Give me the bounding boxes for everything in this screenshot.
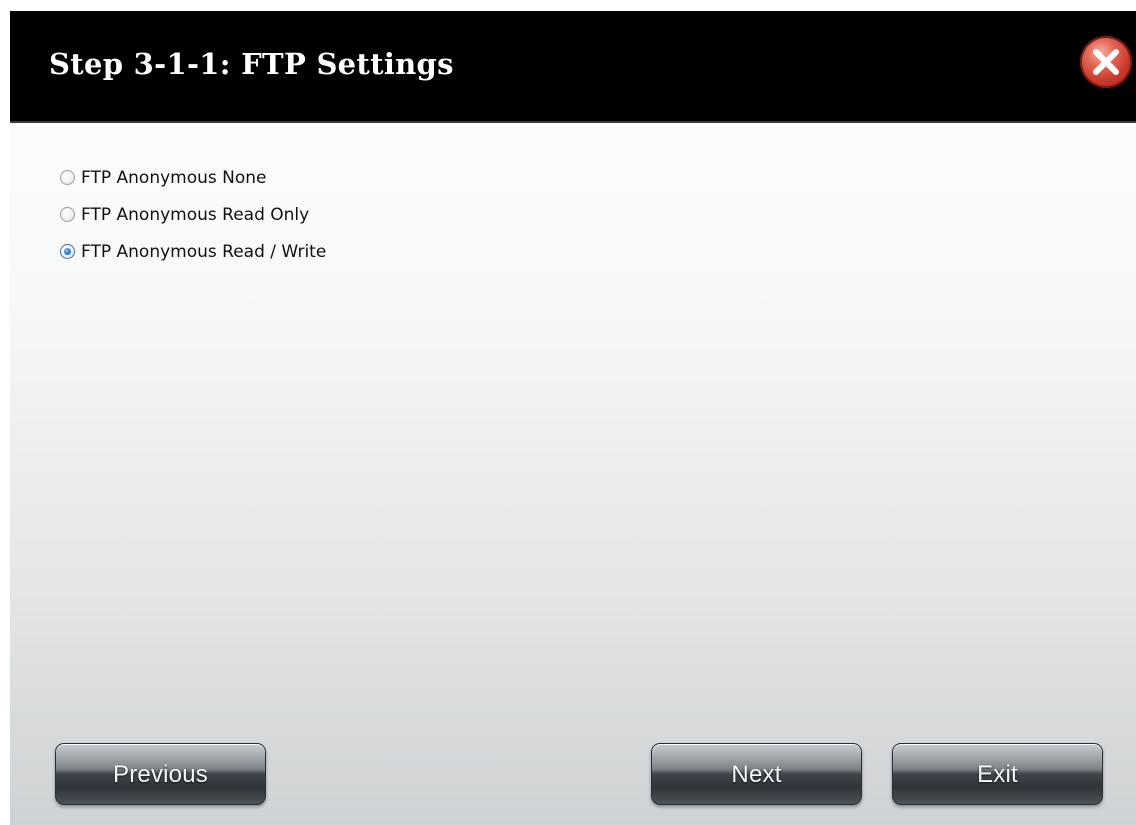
exit-button[interactable]: Exit [892,743,1103,805]
exit-button-label: Exit [977,761,1018,788]
radio-ftp-anonymous-read-write[interactable] [60,244,75,259]
ftp-settings-dialog: Step 3-1-1: FTP Settings FTP Anonymous N… [10,11,1136,825]
ftp-anonymous-options: FTP Anonymous None FTP Anonymous Read On… [60,159,326,270]
option-label: FTP Anonymous Read Only [81,204,310,225]
next-button[interactable]: Next [651,743,862,805]
close-icon [1093,49,1119,75]
option-ftp-anonymous-none[interactable]: FTP Anonymous None [60,159,326,196]
next-button-label: Next [731,761,782,788]
previous-button-label: Previous [113,761,208,788]
previous-button[interactable]: Previous [55,743,266,805]
option-label: FTP Anonymous Read / Write [81,241,327,262]
radio-ftp-anonymous-none[interactable] [60,170,75,185]
option-label: FTP Anonymous None [81,167,267,188]
radio-ftp-anonymous-read-only[interactable] [60,207,75,222]
close-button[interactable] [1080,36,1132,88]
dialog-titlebar: Step 3-1-1: FTP Settings [10,11,1136,123]
dialog-title: Step 3-1-1: FTP Settings [49,47,454,81]
option-ftp-anonymous-read-write[interactable]: FTP Anonymous Read / Write [60,233,326,270]
option-ftp-anonymous-read-only[interactable]: FTP Anonymous Read Only [60,196,326,233]
